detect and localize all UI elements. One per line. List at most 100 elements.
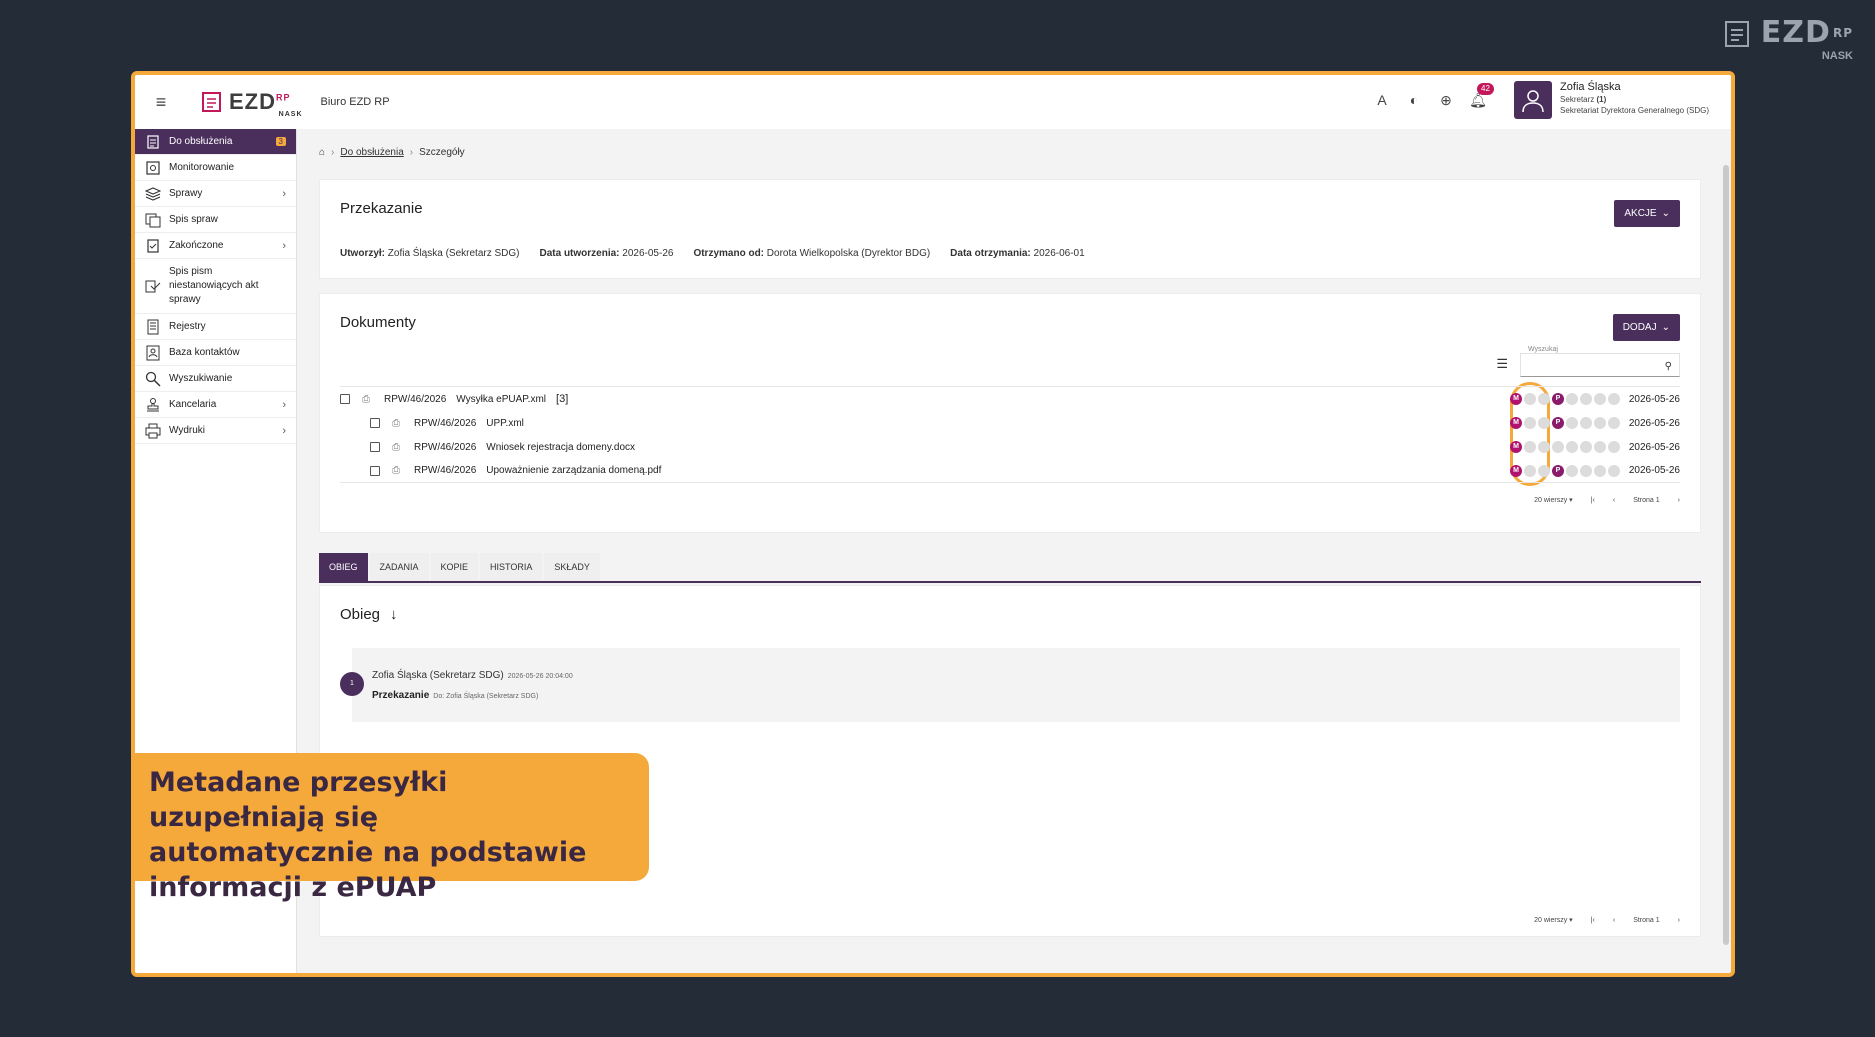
- page-title: Przekazanie: [340, 200, 423, 217]
- list-icon: [145, 213, 161, 227]
- font-size-icon[interactable]: A: [1373, 91, 1391, 109]
- app-logo[interactable]: EZDRP NASK: [201, 89, 302, 118]
- next-page-icon[interactable]: ›: [1678, 497, 1680, 504]
- breadcrumb-link[interactable]: Do obsłużenia: [340, 147, 403, 158]
- flag-p: P: [1552, 393, 1564, 405]
- created-by: Utworzył: Zofia Śląska (Sekretarz SDG): [340, 248, 520, 259]
- document-name[interactable]: Upoważnienie zarządzania domeną.pdf: [486, 465, 661, 476]
- arrow-down-icon[interactable]: ↓: [390, 606, 398, 623]
- callout-line: automatycznie na podstawie: [149, 837, 587, 868]
- actions-button[interactable]: AKCJE ⌄: [1614, 200, 1680, 227]
- register-icon: [147, 319, 159, 334]
- row-checkbox[interactable]: [340, 394, 350, 404]
- flag: [1594, 393, 1606, 405]
- sidebar-item-spis-spraw[interactable]: Spis spraw: [135, 207, 296, 233]
- sidebar-item-rejestry[interactable]: Rejestry: [135, 314, 296, 340]
- tab-sklady[interactable]: SKŁADY: [544, 553, 600, 581]
- user-menu[interactable]: Zofia Śląska Sekretarz (1) Sekretariat D…: [1514, 81, 1709, 119]
- flag: [1538, 464, 1550, 477]
- search-label: Wyszukaj: [1528, 346, 1558, 353]
- document-count: [3]: [556, 393, 569, 405]
- obieg-title: Obieg ↓: [340, 606, 398, 623]
- timeline-action: Przekazanie Do: Zofia Śląska (Sekretarz S…: [372, 690, 539, 701]
- tab-historia[interactable]: HISTORIA: [480, 553, 543, 581]
- row-checkbox[interactable]: [370, 465, 380, 476]
- breadcrumb-current: Szczegóły: [419, 147, 465, 158]
- flag-p: P: [1552, 464, 1564, 477]
- sidebar-item-kancelaria[interactable]: Kancelaria ›: [135, 392, 296, 418]
- document-row[interactable]: ⎙ RPW/46/2026 Upoważnienie zarządzania d…: [340, 459, 1680, 483]
- tab-zadania[interactable]: ZADANIA: [369, 553, 429, 581]
- document-row[interactable]: ⎙ RPW/46/2026 Wysyłka ePUAP.xml [3] MP 2…: [340, 387, 1680, 411]
- received-date: Data otrzymania: 2026-06-01: [950, 248, 1085, 259]
- info-callout: Metadane przesyłki uzupełniają się autom…: [131, 753, 649, 903]
- first-page-icon[interactable]: |‹: [1591, 497, 1595, 504]
- sidebar-item-baza-kontaktow[interactable]: Baza kontaktów: [135, 340, 296, 366]
- sidebar-item-spis-pism[interactable]: Spis pism niestanowiących akt sprawy: [135, 259, 296, 314]
- prev-page-icon[interactable]: ‹: [1613, 917, 1615, 924]
- document-number: RPW/46/2026: [384, 393, 447, 405]
- row-checkbox[interactable]: [370, 442, 380, 452]
- scrollbar[interactable]: [1723, 165, 1729, 945]
- search-field: Wyszukaj ⚲: [1520, 346, 1680, 377]
- flag-m: M: [1510, 393, 1522, 405]
- document-number: RPW/46/2026: [414, 465, 477, 476]
- accessibility-icon[interactable]: ⊕: [1437, 91, 1455, 109]
- first-page-icon[interactable]: |‹: [1591, 917, 1595, 924]
- sidebar-item-sprawy[interactable]: Sprawy ›: [135, 181, 296, 207]
- sidebar-badge: 3: [275, 137, 286, 146]
- add-button[interactable]: DODAJ ⌄: [1612, 314, 1680, 341]
- sidebar-item-monitorowanie[interactable]: Monitorowanie: [135, 155, 296, 181]
- rows-per-page-select[interactable]: 20 wierszy ▾: [1534, 496, 1573, 504]
- flag: [1594, 464, 1606, 477]
- rows-per-page-select[interactable]: 20 wierszy ▾: [1534, 916, 1573, 924]
- menu-icon[interactable]: ≡: [143, 92, 179, 113]
- flag: [1608, 464, 1620, 477]
- flag: [1566, 393, 1578, 405]
- package-icon: ⎙: [392, 417, 400, 429]
- page-indicator: Strona 1: [1633, 916, 1660, 924]
- avatar: [1514, 81, 1553, 119]
- document-date: 2026-05-26: [1628, 465, 1680, 476]
- documents-icon: [145, 280, 161, 293]
- layers-icon: [145, 186, 161, 201]
- flag: [1524, 417, 1536, 429]
- chevron-right-icon: ›: [282, 239, 286, 252]
- sort-icon[interactable]: ☰: [1496, 356, 1508, 372]
- eye-icon: [146, 160, 160, 175]
- search-input[interactable]: [1520, 353, 1680, 377]
- sidebar-item-zakonczone[interactable]: Zakończone ›: [135, 233, 296, 259]
- next-page-icon[interactable]: ›: [1678, 917, 1680, 924]
- flag-p: P: [1552, 417, 1564, 429]
- contrast-icon[interactable]: ◐: [1405, 91, 1423, 109]
- sidebar-item-wydruki[interactable]: Wydruki ›: [135, 418, 296, 444]
- prev-page-icon[interactable]: ‹: [1613, 497, 1615, 504]
- document-number: RPW/46/2026: [414, 441, 477, 453]
- document-row[interactable]: ⎙ RPW/46/2026 Wniosek rejestracja domeny…: [340, 435, 1680, 459]
- sidebar-item-do-obsluzenia[interactable]: Do obsłużenia 3: [135, 129, 296, 155]
- stamp-icon: [147, 397, 159, 411]
- tab-obieg[interactable]: OBIEG: [319, 553, 368, 581]
- document-name[interactable]: UPP.xml: [486, 418, 524, 429]
- sidebar-item-label: Monitorowanie: [169, 162, 235, 173]
- contacts-icon: [146, 345, 160, 360]
- chevron-right-icon: ›: [282, 424, 286, 437]
- home-icon[interactable]: ⌂: [319, 147, 325, 158]
- user-unit: Sekretariat Dyrektora Generalnego (SDG): [1560, 106, 1709, 115]
- document-name[interactable]: Wniosek rejestracja domeny.docx: [486, 442, 635, 453]
- sidebar-item-wyszukiwanie[interactable]: Wyszukiwanie: [135, 366, 296, 392]
- flag: [1580, 464, 1592, 477]
- sidebar-item-label: Kancelaria: [169, 399, 217, 410]
- document-row[interactable]: ⎙ RPW/46/2026 UPP.xml MP 2026-05-26: [340, 411, 1680, 435]
- timeline-entry: 1 Zofia Śląska (Sekretarz SDG) 2026-05-26…: [340, 648, 1680, 722]
- search-icon[interactable]: ⚲: [1665, 361, 1672, 372]
- timeline-author: Zofia Śląska (Sekretarz SDG) 2026-05-26 2…: [372, 670, 573, 681]
- sidebar-item-label: Spis pism niestanowiących akt sprawy: [169, 266, 259, 305]
- user-role: Sekretarz (1): [1560, 95, 1607, 104]
- flag-m: M: [1510, 464, 1522, 477]
- document-name[interactable]: Wysyłka ePUAP.xml: [456, 394, 546, 405]
- corner-logo-nask: NASK: [1821, 50, 1853, 62]
- row-checkbox[interactable]: [370, 418, 380, 428]
- tab-kopie[interactable]: KOPIE: [430, 553, 479, 581]
- bell-icon[interactable]: 🔔︎ 42: [1469, 83, 1494, 109]
